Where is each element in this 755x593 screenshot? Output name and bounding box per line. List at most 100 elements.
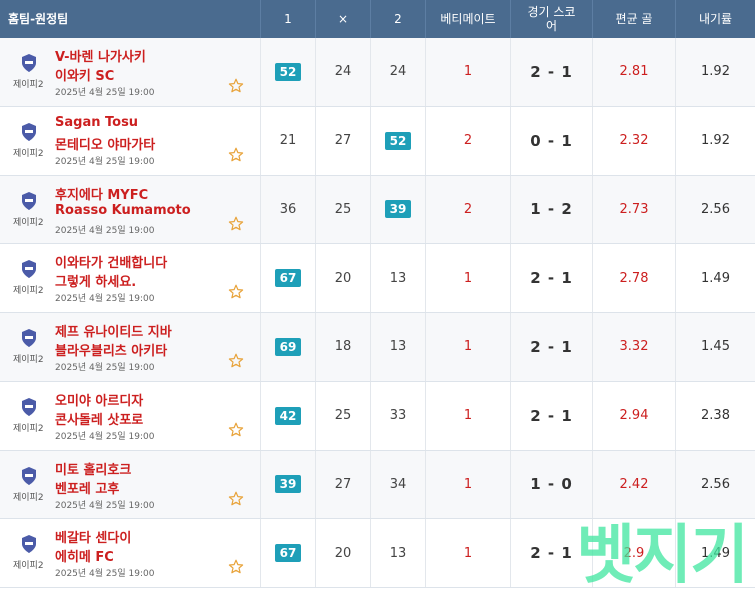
home-team[interactable]: V-바렌 나가사키 bbox=[55, 46, 146, 65]
match-date: 2025년 4월 25일 19:00 bbox=[55, 431, 155, 442]
odds-value: 1.49 bbox=[701, 270, 730, 286]
favorite-star-icon[interactable] bbox=[228, 353, 244, 369]
predicted-score: 2 - 1 bbox=[511, 244, 593, 312]
table-row[interactable]: 제이피2 Sagan Tosu 몬테디오 야마가타 2025년 4월 25일 1… bbox=[0, 106, 755, 176]
away-team[interactable]: 몬테디오 야마가타 bbox=[55, 134, 155, 153]
home-win-prob: 39 bbox=[261, 450, 316, 519]
home-team[interactable]: 이와타가 건배합니다 bbox=[55, 252, 167, 271]
highlight-badge: 67 bbox=[274, 544, 302, 563]
highlight-badge: 52 bbox=[274, 62, 302, 81]
home-win-prob: 36 bbox=[261, 175, 316, 244]
match-date: 2025년 4월 25일 19:00 bbox=[55, 363, 155, 373]
table-row[interactable]: 제이피2 이와타가 건배합니다 그렇게 하세요. 2025년 4월 25일 19… bbox=[0, 244, 755, 313]
league-label: 제이피2 bbox=[13, 217, 44, 228]
match-date: 2025년 4월 25일 19:00 bbox=[55, 569, 155, 580]
favorite-star-icon[interactable] bbox=[228, 147, 244, 163]
home-team[interactable]: 미토 홀리호크 bbox=[55, 459, 131, 478]
favorite-star-icon[interactable] bbox=[228, 216, 244, 232]
favorite-star-icon[interactable] bbox=[228, 284, 244, 300]
favorite-star-icon[interactable] bbox=[228, 422, 244, 438]
home-team[interactable]: 베갈타 센다이 bbox=[55, 527, 131, 546]
away-team[interactable]: 벤포레 고후 bbox=[55, 478, 119, 497]
odds-value: 2.56 bbox=[701, 476, 730, 492]
away-team[interactable]: 그렇게 하세요. bbox=[55, 271, 136, 290]
favorite-star-icon[interactable] bbox=[228, 559, 244, 575]
betimate-pick: 1 bbox=[426, 313, 511, 381]
home-win-prob: 69 bbox=[261, 313, 316, 381]
highlight-badge: 69 bbox=[274, 337, 302, 356]
match-cell[interactable]: 제이피2 베갈타 센다이 에히메 FC 2025년 4월 25일 19:00 bbox=[0, 519, 261, 587]
betimate-pick: 1 bbox=[426, 519, 511, 587]
table-body: 제이피2 V-바렌 나가사키 이와키 SC 2025년 4월 25일 19:00… bbox=[0, 38, 755, 588]
header-team[interactable]: 홈팀-원정팀 bbox=[0, 0, 261, 38]
away-win-prob: 52 bbox=[371, 106, 426, 175]
draw-prob: 27 bbox=[316, 450, 371, 519]
away-team[interactable]: Roasso Kumamoto bbox=[55, 203, 191, 218]
table-row[interactable]: 제이피2 미토 홀리호크 벤포레 고후 2025년 4월 25일 19:00 3… bbox=[0, 450, 755, 520]
draw-prob: 25 bbox=[316, 381, 371, 450]
match-cell[interactable]: 제이피2 Sagan Tosu 몬테디오 야마가타 2025년 4월 25일 1… bbox=[0, 106, 261, 175]
predicted-score: 1 - 2 bbox=[511, 175, 593, 244]
predicted-score: 0 - 1 bbox=[511, 106, 593, 175]
home-team[interactable]: 제프 유나이티드 지바 bbox=[55, 321, 172, 340]
match-date: 2025년 4월 25일 19:00 bbox=[55, 294, 155, 305]
home-team[interactable]: 오미야 아르디자 bbox=[55, 390, 143, 409]
home-team[interactable]: 후지에다 MYFC bbox=[55, 184, 148, 203]
league-shield-icon bbox=[22, 260, 36, 279]
away-team[interactable]: 에히메 FC bbox=[55, 546, 114, 565]
home-win-prob: 52 bbox=[261, 38, 316, 106]
league-shield-icon bbox=[22, 54, 36, 72]
match-cell[interactable]: 제이피2 제프 유나이티드 지바 블라우블리츠 아키타 2025년 4월 25일… bbox=[0, 313, 261, 381]
betimate-pick: 1 bbox=[426, 381, 511, 450]
header-betimate[interactable]: 베티메이트 bbox=[426, 0, 511, 38]
predicted-score: 2 - 1 bbox=[511, 381, 593, 450]
away-team[interactable]: 이와키 SC bbox=[55, 65, 114, 84]
highlight-badge: 67 bbox=[274, 269, 302, 288]
header-draw[interactable]: × bbox=[316, 0, 371, 38]
away-win-prob: 13 bbox=[371, 244, 426, 312]
match-cell[interactable]: 제이피2 V-바렌 나가사키 이와키 SC 2025년 4월 25일 19:00 bbox=[0, 38, 261, 106]
away-team[interactable]: 블라우블리츠 아키타 bbox=[55, 340, 167, 359]
draw-prob: 18 bbox=[316, 313, 371, 381]
away-win-prob: 13 bbox=[371, 519, 426, 587]
match-date: 2025년 4월 25일 19:00 bbox=[55, 156, 155, 167]
table-row[interactable]: 제이피2 V-바렌 나가사키 이와키 SC 2025년 4월 25일 19:00… bbox=[0, 38, 755, 107]
league-shield-icon bbox=[22, 466, 36, 485]
league-shield-icon bbox=[22, 535, 36, 554]
highlight-badge: 52 bbox=[384, 131, 412, 150]
predictions-table: 홈팀-원정팀 1 × 2 베티메이트 경기 스코어 편균 골 내기률 제이피2 … bbox=[0, 0, 755, 588]
home-team[interactable]: Sagan Tosu bbox=[55, 115, 138, 130]
header-away-win[interactable]: 2 bbox=[371, 0, 426, 38]
away-win-prob: 33 bbox=[371, 381, 426, 450]
header-score[interactable]: 경기 스코어 bbox=[511, 0, 593, 38]
avg-goals: 2.94 bbox=[593, 381, 676, 450]
away-team[interactable]: 콘사돌레 삿포로 bbox=[55, 409, 143, 428]
match-cell[interactable]: 제이피2 이와타가 건배합니다 그렇게 하세요. 2025년 4월 25일 19… bbox=[0, 244, 261, 312]
league-shield-icon bbox=[22, 329, 36, 347]
avg-goals: 2.42 bbox=[593, 450, 676, 519]
league-label: 제이피2 bbox=[13, 80, 44, 90]
league-shield-icon bbox=[22, 397, 36, 416]
match-date: 2025년 4월 25일 19:00 bbox=[55, 500, 155, 511]
match-cell[interactable]: 제이피2 미토 홀리호크 벤포레 고후 2025년 4월 25일 19:00 bbox=[0, 450, 261, 519]
odds-value: 2.56 bbox=[701, 201, 730, 217]
header-home-win[interactable]: 1 bbox=[261, 0, 316, 38]
match-cell[interactable]: 제이피2 후지에다 MYFC Roasso Kumamoto 2025년 4월 … bbox=[0, 175, 261, 244]
table-row[interactable]: 제이피2 후지에다 MYFC Roasso Kumamoto 2025년 4월 … bbox=[0, 175, 755, 245]
odds-value: 1.92 bbox=[701, 64, 730, 80]
highlight-badge: 39 bbox=[384, 200, 412, 219]
table-row[interactable]: 제이피2 제프 유나이티드 지바 블라우블리츠 아키타 2025년 4월 25일… bbox=[0, 313, 755, 382]
match-cell[interactable]: 제이피2 오미야 아르디자 콘사돌레 삿포로 2025년 4월 25일 19:0… bbox=[0, 381, 261, 450]
betimate-pick: 1 bbox=[426, 244, 511, 312]
favorite-star-icon[interactable] bbox=[228, 491, 244, 507]
table-row[interactable]: 제이피2 오미야 아르디자 콘사돌레 삿포로 2025년 4월 25일 19:0… bbox=[0, 381, 755, 451]
predicted-score: 1 - 0 bbox=[511, 450, 593, 519]
header-odds[interactable]: 내기률 bbox=[676, 0, 755, 38]
header-avg-goal[interactable]: 편균 골 bbox=[593, 0, 676, 38]
away-win-prob: 39 bbox=[371, 175, 426, 244]
avg-goals: 2.73 bbox=[593, 175, 676, 244]
favorite-star-icon[interactable] bbox=[228, 78, 244, 94]
draw-prob: 20 bbox=[316, 519, 371, 587]
odds-value: 1.45 bbox=[701, 339, 730, 355]
table-header: 홈팀-원정팀 1 × 2 베티메이트 경기 스코어 편균 골 내기률 bbox=[0, 0, 755, 38]
